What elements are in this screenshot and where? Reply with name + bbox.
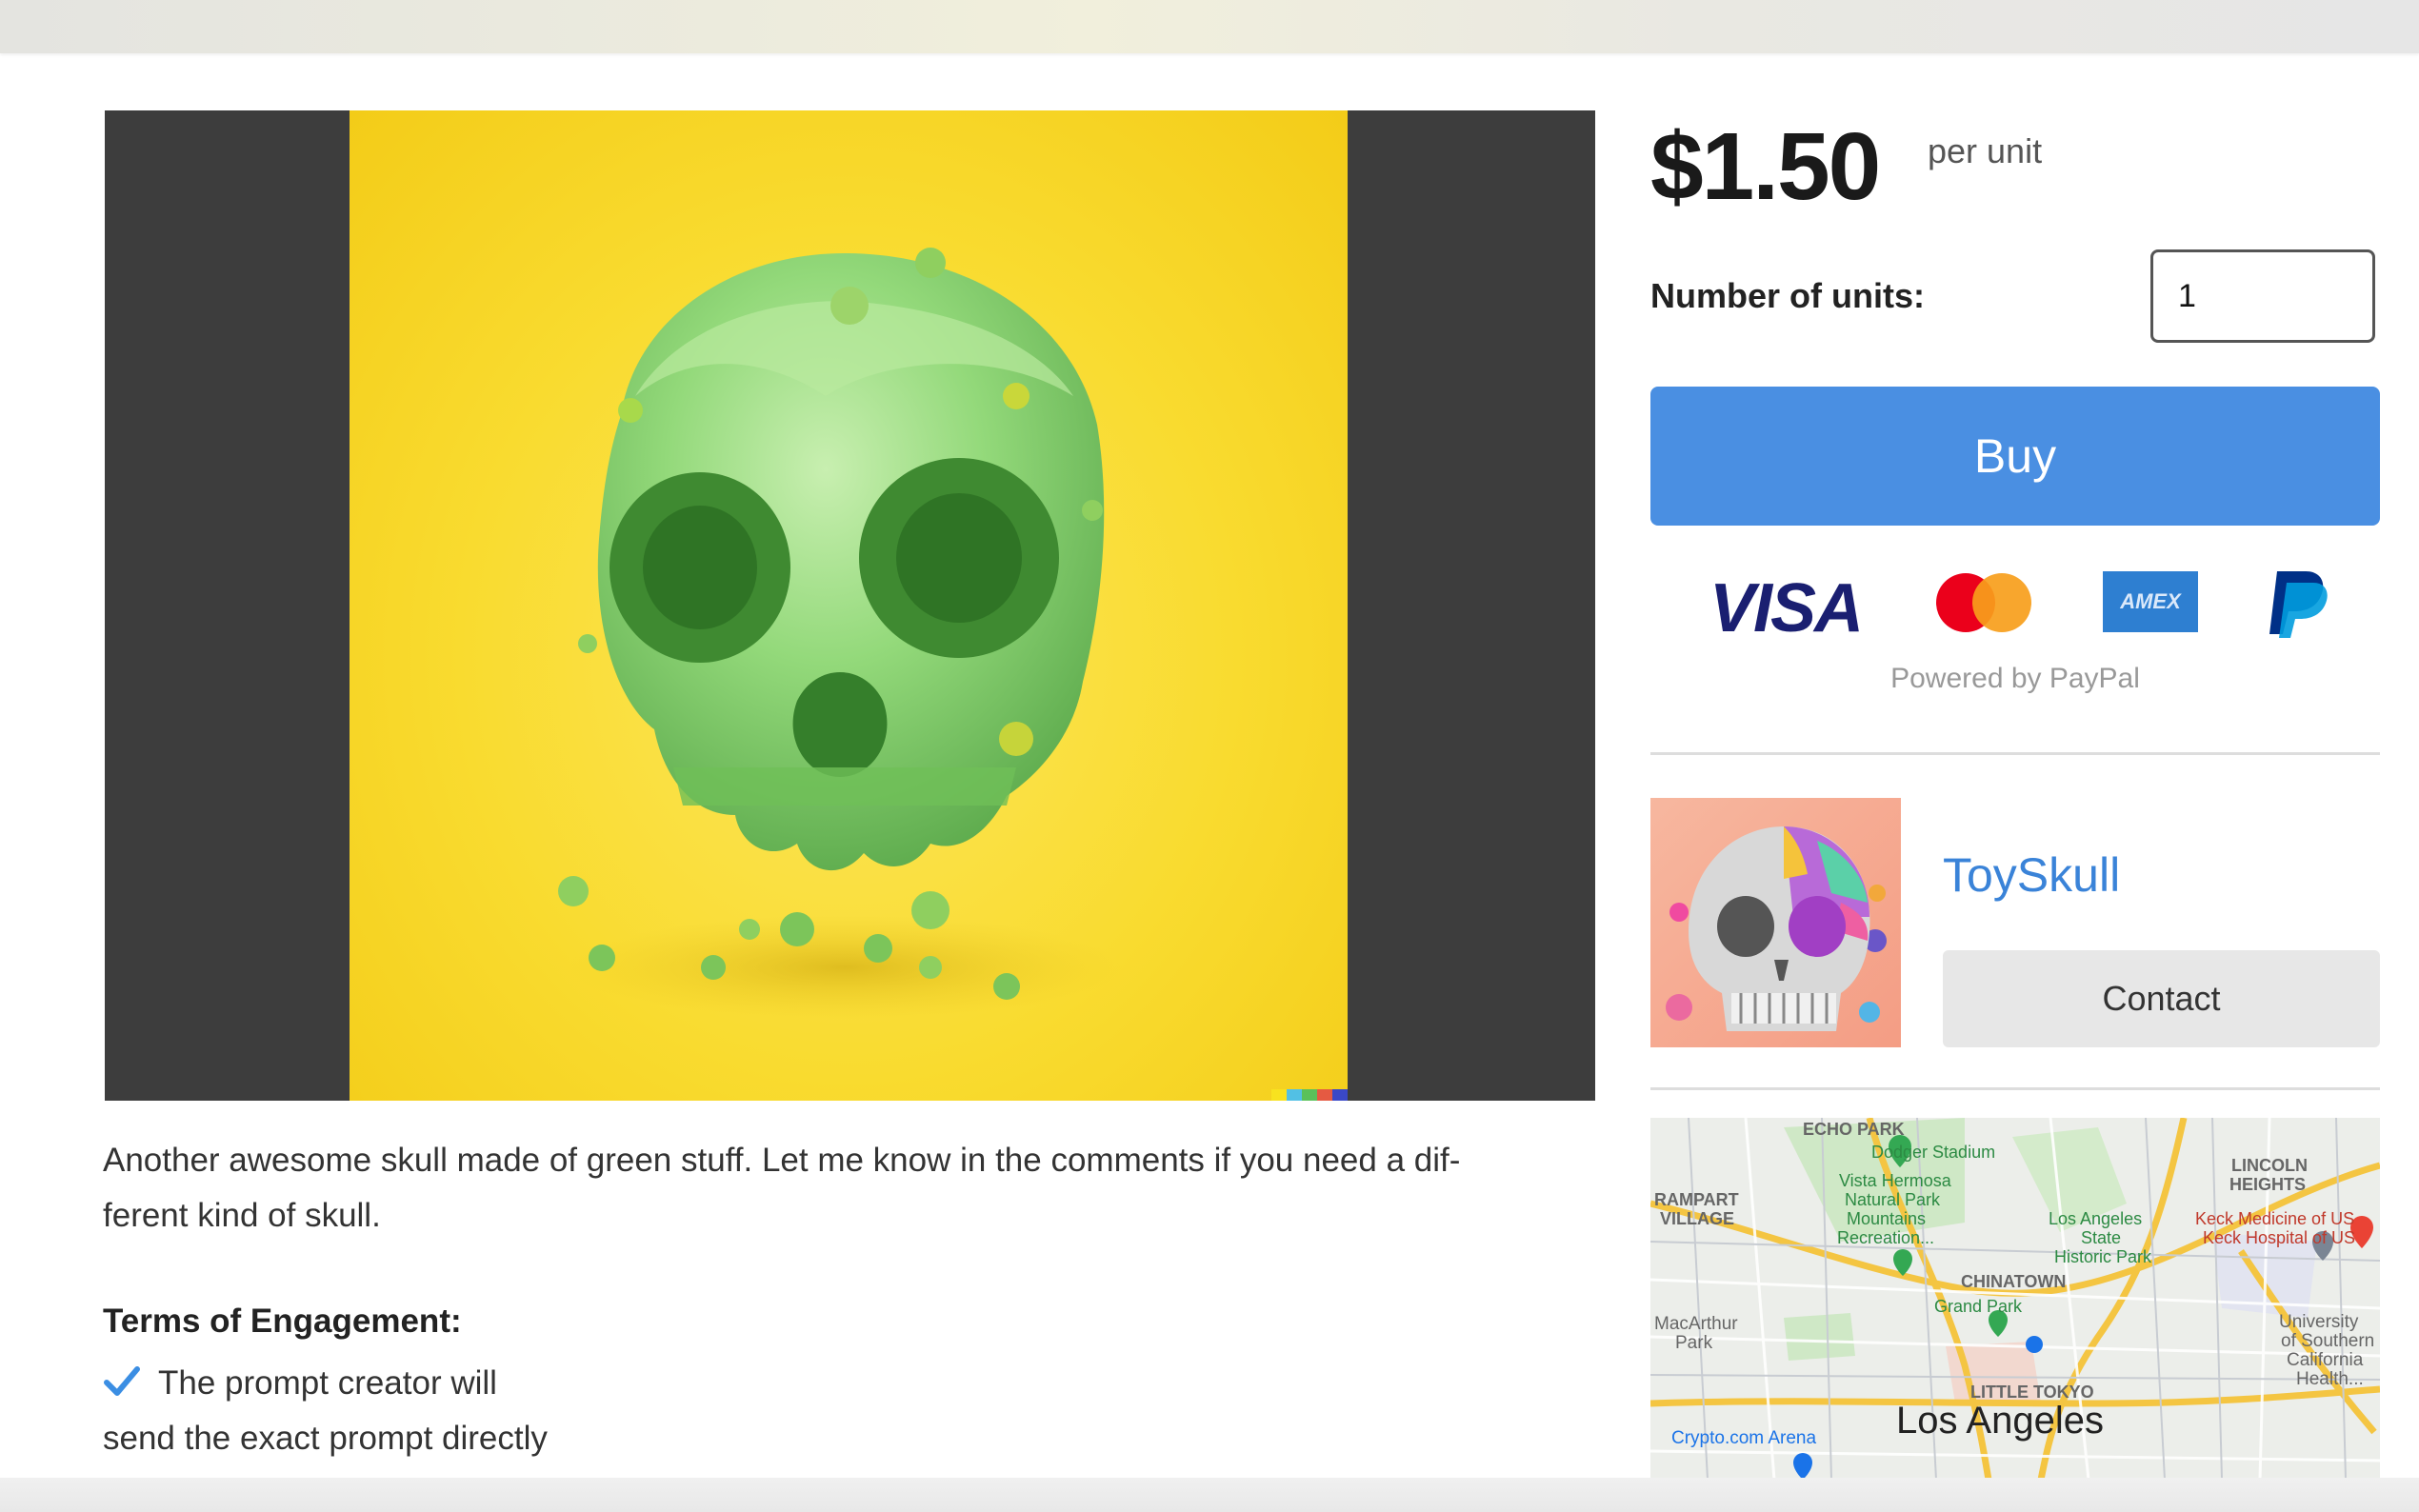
map-label: MacArthur: [1654, 1314, 1738, 1334]
terms-item-line-1: The prompt creator will: [158, 1364, 497, 1402]
map-label: Keck Hospital of US: [2203, 1228, 2356, 1247]
divider: [1650, 1087, 2380, 1090]
map-label: Keck Medicine of US: [2195, 1209, 2355, 1228]
checkmark-icon: [104, 1366, 140, 1396]
units-input[interactable]: [2150, 249, 2375, 343]
paypal-icon: [2264, 564, 2330, 657]
map-city-label: Los Angeles: [1896, 1400, 2104, 1442]
visa-icon: VISA: [1709, 570, 1864, 647]
powered-by-paypal: Powered by PayPal: [1890, 663, 2140, 694]
map-label: CHINATOWN: [1961, 1272, 2067, 1291]
mastercard-icon: [1936, 573, 2031, 632]
map-label: of Southern: [2281, 1331, 2375, 1351]
map-label: State: [2081, 1228, 2122, 1247]
map-label: University: [2279, 1312, 2359, 1332]
map-label: ECHO PARK: [1803, 1120, 1905, 1139]
listing-image-viewer[interactable]: [105, 110, 1595, 1101]
divider: [1650, 752, 2380, 755]
buy-button[interactable]: Buy: [1650, 387, 2380, 526]
map-label: California: [2287, 1350, 2364, 1370]
amex-icon: AMEX: [2103, 571, 2198, 632]
map-label: LINCOLN: [2231, 1156, 2308, 1175]
map-label: Los Angeles: [2049, 1209, 2143, 1228]
map-label: Mountains: [1847, 1209, 1927, 1228]
contact-button[interactable]: Contact: [1943, 950, 2380, 1047]
map-label: Park: [1675, 1333, 1713, 1353]
price: $1.50: [1650, 113, 1881, 220]
map-label: Grand Park: [1934, 1297, 2023, 1316]
seller-avatar[interactable]: [1650, 798, 1901, 1047]
browser-bottom-bar: [0, 1478, 2419, 1512]
map-label: HEIGHTS: [2229, 1175, 2307, 1194]
terms-title: Terms of Engagement:: [103, 1303, 462, 1340]
description-line-2: ferent kind of skull.: [103, 1197, 381, 1234]
map-label: Natural Park: [1845, 1190, 1941, 1209]
map-label: Vista Hermosa: [1839, 1171, 1951, 1190]
seller-name-link[interactable]: ToySkull: [1943, 847, 2120, 903]
per-unit-label: per unit: [1928, 131, 2043, 170]
green-skull-artwork: [350, 110, 1348, 1101]
location-map[interactable]: ECHO PARK Dodger Stadium LINCOLN HEIGHTS…: [1650, 1118, 2380, 1480]
map-label: Crypto.com Arena: [1671, 1428, 1817, 1448]
browser-top-bar: [0, 0, 2419, 53]
map-label: RAMPART: [1654, 1190, 1739, 1209]
description-line-1: Another awesome skull made of green stuf…: [103, 1142, 1461, 1179]
listing-description: Another awesome skull made of green stuf…: [103, 1133, 1608, 1243]
map-label: VILLAGE: [1660, 1209, 1735, 1228]
map-label: Historic Park: [2054, 1247, 2152, 1266]
terms-item: The prompt creator will send the exact p…: [103, 1356, 770, 1466]
map-label: Health...: [2296, 1369, 2364, 1389]
units-label: Number of units:: [1650, 276, 1925, 315]
map-label: Recreation...: [1837, 1228, 1935, 1247]
map-label: Dodger Stadium: [1871, 1143, 1996, 1162]
dalle-watermark-strip: [1271, 1089, 1348, 1101]
payment-methods: VISA AMEX: [1709, 567, 2329, 647]
terms-item-line-2: send the exact prompt directly: [103, 1420, 548, 1457]
